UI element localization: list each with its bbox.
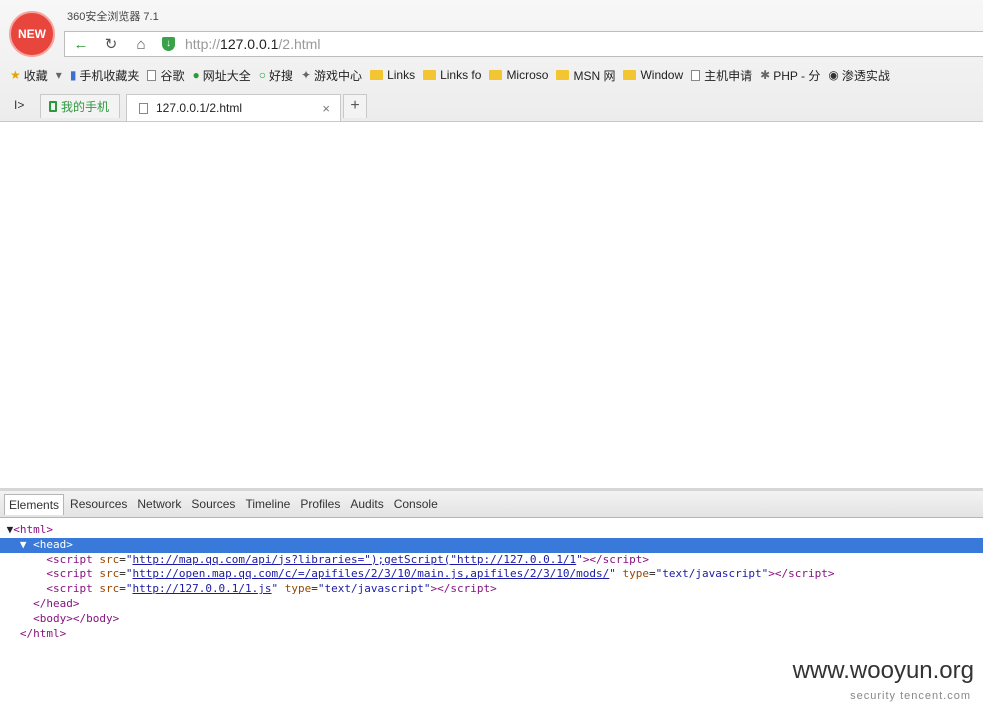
url-path: /2.html (278, 36, 321, 52)
dom-node-head[interactable]: ▼ <head> (0, 537, 983, 553)
bookmark-links[interactable]: Links (370, 68, 415, 82)
phone-icon: ▮ (69, 68, 77, 82)
globe-icon: ● (192, 68, 200, 82)
bookmark-label: 游戏中心 (314, 68, 363, 83)
dom-node-html-close[interactable]: </html> (0, 627, 983, 642)
chevron-down-icon[interactable]: ▾ (56, 68, 62, 82)
back-arrow-icon[interactable]: ← (67, 32, 95, 56)
type-value: text/javascript (324, 582, 424, 596)
dom-tree: ▼<html> ▼ <head> <script src="http://map… (0, 518, 983, 641)
page-content (0, 122, 983, 488)
bookmark-haosou[interactable]: ○ 好搜 (259, 67, 293, 84)
watermark: www.wooyun.org (792, 657, 974, 684)
bookmark-label: MSN 网 (573, 68, 616, 83)
tag-text: <head> (33, 537, 73, 551)
dom-node-script[interactable]: <script src="http://open.map.qq.com/c/=/… (0, 567, 983, 582)
mask-icon: ◉ (828, 68, 839, 82)
tag-text: </head> (33, 596, 80, 610)
search-icon: ○ (258, 68, 266, 82)
bookmark-links-fo[interactable]: Links fo (423, 68, 481, 82)
tag-text: <body></body> (33, 611, 120, 625)
bookmark-label: Links (387, 68, 416, 82)
folder-icon (423, 70, 437, 80)
tag-text: </html> (19, 626, 67, 640)
bookmark-label: 主机申请 (704, 68, 753, 83)
tab-current-page[interactable]: 127.0.0.1/2.html × (126, 94, 341, 121)
logo-text: NEW (18, 27, 46, 41)
url-host: 127.0.0.1 (220, 36, 279, 52)
gamepad-icon: ✦ (300, 68, 312, 82)
tab-resources[interactable]: Resources (66, 494, 131, 514)
type-value: text/javascript (662, 567, 762, 581)
sidebar-toggle-icon[interactable]: I> (14, 98, 24, 112)
triangle-down-icon[interactable]: ▼ (20, 538, 27, 551)
address-bar: ← ↻ ⌂ ↓ http://127.0.0.1/2.html (64, 31, 983, 57)
script-src-link[interactable]: http://map.qq.com/api/js?libraries=");ge… (132, 553, 576, 566)
bookmark-google[interactable]: 谷歌 (147, 67, 184, 84)
bookmark-label: 好搜 (268, 68, 293, 83)
new-tab-button[interactable]: + (343, 94, 367, 118)
page-icon (139, 102, 148, 114)
bookmark-pentest[interactable]: ◉ 渗透实战 (828, 67, 890, 84)
bookmark-hao[interactable]: ● 网址大全 (192, 67, 250, 84)
tag-text: <html> (13, 523, 53, 536)
star-icon: ★ (10, 68, 21, 82)
tab-strip: I> 我的手机 127.0.0.1/2.html × + (0, 94, 983, 121)
bookmark-favorites[interactable]: ★ 收藏 ▾ (10, 67, 62, 84)
folder-icon (370, 70, 384, 80)
url-scheme: http:// (185, 36, 221, 52)
folder-icon (489, 70, 503, 80)
bookmark-label: Links fo (440, 68, 482, 82)
tab-elements[interactable]: Elements (4, 493, 65, 515)
bookmark-games[interactable]: ✦ 游戏中心 (301, 67, 362, 84)
browser-chrome: NEW 360安全浏览器 7.1 ← ↻ ⌂ ↓ http://127.0.0.… (0, 0, 983, 122)
folder-icon (556, 70, 570, 80)
url-input[interactable]: http://127.0.0.1/2.html (185, 36, 320, 52)
home-icon[interactable]: ⌂ (127, 32, 155, 56)
reload-icon[interactable]: ↻ (97, 32, 125, 56)
script-src-link[interactable]: http://127.0.0.1/1.js (132, 582, 271, 595)
bookmark-label: 谷歌 (160, 68, 185, 83)
bookmark-label: Microso (506, 68, 549, 82)
dom-node-head-close[interactable]: </head> (0, 597, 983, 612)
devtools-tabs: Elements Resources Network Sources Timel… (0, 491, 983, 518)
bookmark-window[interactable]: Window (623, 68, 683, 82)
tab-audits[interactable]: Audits (346, 494, 387, 514)
tab-my-phone[interactable]: 我的手机 (40, 94, 120, 118)
watermark-sub: security tencent.com (850, 690, 971, 702)
dom-node-script[interactable]: <script src="http://map.qq.com/api/js?li… (0, 553, 983, 568)
folder-icon (623, 70, 637, 80)
bookmark-microsoft[interactable]: Microso (489, 68, 548, 82)
php-icon: ✱ (760, 68, 771, 82)
page-icon (147, 69, 157, 81)
tab-sources[interactable]: Sources (187, 494, 239, 514)
bookmark-msn[interactable]: MSN 网 (556, 67, 615, 84)
tab-label: 127.0.0.1/2.html (156, 101, 243, 115)
tab-profiles[interactable]: Profiles (296, 494, 344, 514)
bookmark-mobile[interactable]: ▮ 手机收藏夹 (70, 67, 140, 84)
bookmark-label: 收藏 (23, 68, 48, 83)
dom-node-html[interactable]: ▼<html> (0, 523, 983, 538)
tab-timeline[interactable]: Timeline (241, 494, 294, 514)
window-title: 360安全浏览器 7.1 (67, 11, 159, 23)
dom-node-script[interactable]: <script src="http://127.0.0.1/1.js" type… (0, 582, 983, 597)
bookmark-php[interactable]: ✱ PHP - 分 (760, 67, 820, 84)
shield-icon[interactable]: ↓ (162, 37, 175, 51)
bookmark-label: 手机收藏夹 (79, 68, 140, 83)
bookmarks-bar: ★ 收藏 ▾ ▮ 手机收藏夹 谷歌 ● 网址大全 ○ 好搜 ✦ 游戏中心 Links Lin… (0, 64, 983, 86)
tab-label: 我的手机 (61, 100, 110, 114)
phone-icon (49, 101, 57, 112)
tab-network[interactable]: Network (133, 494, 185, 514)
bookmark-label: 网址大全 (202, 68, 251, 83)
bookmark-label: PHP - 分 (773, 68, 821, 83)
bookmark-host[interactable]: 主机申请 (691, 67, 752, 84)
bookmark-label: Window (640, 68, 684, 82)
browser-logo[interactable]: NEW (9, 11, 55, 57)
tab-console[interactable]: Console (390, 494, 442, 514)
page-icon (691, 69, 701, 81)
bookmark-label: 渗透实战 (841, 68, 890, 83)
dom-node-body[interactable]: <body></body> (0, 612, 983, 627)
close-icon[interactable]: × (322, 101, 330, 116)
script-src-link[interactable]: http://open.map.qq.com/c/=/apifiles/2/3/… (132, 567, 609, 580)
